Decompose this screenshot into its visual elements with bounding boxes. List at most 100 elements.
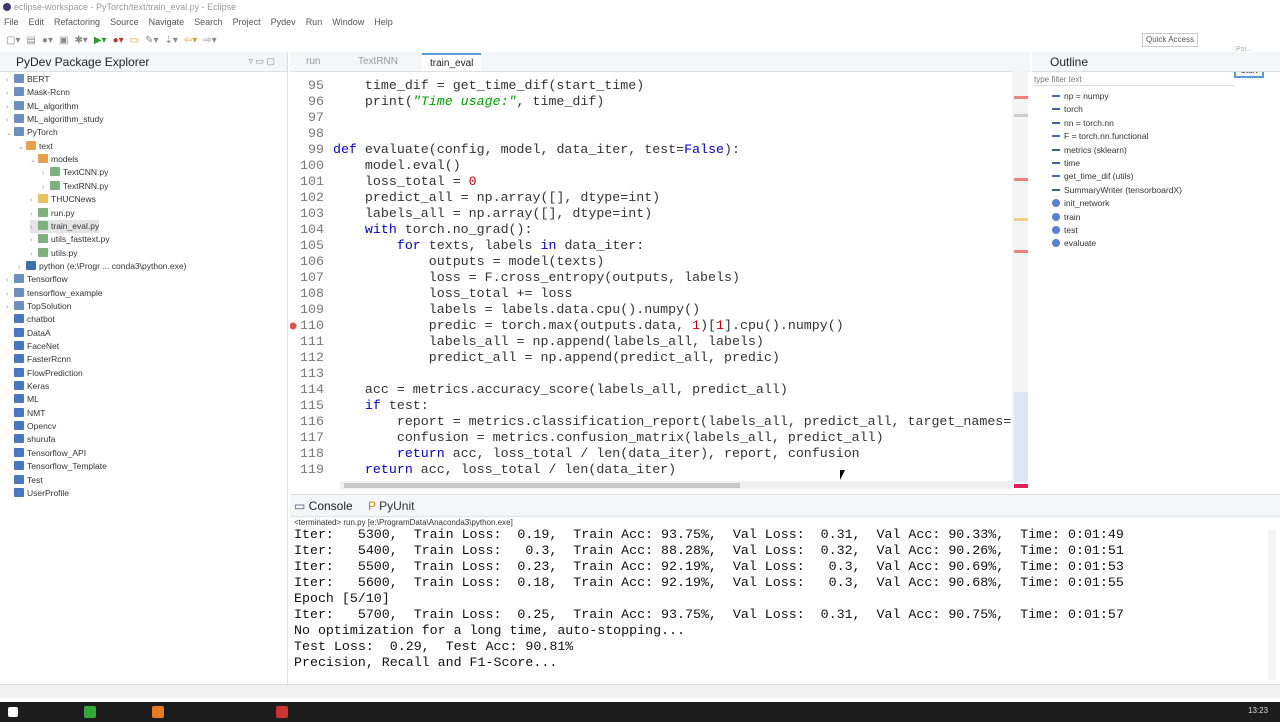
tree-item[interactable]: Tensorflow_API [6,447,86,460]
tree-item[interactable]: ⌄ models [30,153,78,166]
tab-textrnn[interactable]: TextRNN [358,56,398,67]
chevron-right-icon[interactable]: › [6,87,14,100]
chevron-right-icon[interactable]: › [6,101,14,114]
tree-item[interactable]: › BERT [6,73,50,86]
tree-item[interactable]: UserProfile [6,487,69,500]
tree-item[interactable]: Tensorflow_Template [6,460,107,473]
chevron-right-icon[interactable]: › [42,167,50,180]
outline-item[interactable]: train [1052,211,1081,224]
package-explorer-title[interactable]: PyDev Package Explorer [0,55,149,69]
next-annotation-icon[interactable]: ⇣▾ [164,35,177,46]
tab-train-eval[interactable]: train_eval [422,53,482,71]
tree-item[interactable]: ⌄ text [18,140,53,153]
outline-item[interactable]: evaluate [1052,237,1096,250]
tree-item[interactable]: › utils_fasttext.py [30,233,110,246]
quick-access-field[interactable]: Quick Access [1142,33,1198,47]
chevron-right-icon[interactable]: › [42,181,50,194]
run-icon[interactable]: ▶▾ [94,35,107,46]
chevron-right-icon[interactable]: › [30,234,38,247]
chevron-right-icon[interactable]: › [6,74,14,87]
menu-navigate[interactable]: Navigate [149,14,185,30]
tree-item[interactable]: › ML_algorithm_study [6,113,104,126]
outline-item[interactable]: metrics (sklearn) [1052,144,1127,157]
pen-icon[interactable]: ✎▾ [145,35,158,46]
chevron-down-icon[interactable]: ⌄ [30,154,38,167]
menu-run[interactable]: Run [306,14,323,30]
menu-help[interactable]: Help [374,14,393,30]
chevron-right-icon[interactable]: › [6,274,14,287]
taskbar-app-icon[interactable] [84,706,96,718]
taskbar-eclipse-icon[interactable] [276,706,288,718]
tree-item[interactable]: FlowPrediction [6,367,83,380]
tree-item[interactable]: › THUCNews [30,193,96,206]
tab-run[interactable]: run [306,56,320,67]
chevron-down-icon[interactable]: ⌄ [18,141,26,154]
menu-file[interactable]: File [4,14,19,30]
tab-pyunit[interactable]: P PyUnit [368,499,414,513]
tree-item[interactable]: › TopSolution [6,300,71,313]
gear-icon[interactable]: ✱▾ [74,35,87,46]
tree-item[interactable]: › Tensorflow [6,273,68,286]
tree-item[interactable]: › TextCNN.py [42,166,108,179]
tree-item[interactable]: › TextRNN.py [42,180,108,193]
console-scrollbar[interactable] [1268,530,1276,680]
outline-filter-input[interactable] [1034,74,1234,86]
menu-pydev[interactable]: Pydev [271,14,296,30]
tree-item[interactable]: ⌄ PyTorch [6,126,58,139]
menu-search[interactable]: Search [194,14,223,30]
chevron-right-icon[interactable]: › [6,114,14,127]
forward-icon[interactable]: ⇨▾ [203,35,216,46]
menu-refactoring[interactable]: Refactoring [54,14,100,30]
outline-item[interactable]: nn = torch.nn [1052,117,1114,130]
open-icon[interactable]: ▣ [59,35,68,46]
debug-icon[interactable]: ●▾ [42,35,53,46]
tree-item[interactable]: NMT [6,407,45,420]
tab-console[interactable]: ▭ Console [294,499,353,513]
chevron-right-icon[interactable]: › [30,221,38,234]
tree-item[interactable]: › run.py [30,207,75,220]
tree-item[interactable]: › utils.py [30,247,77,260]
outline-item[interactable]: time [1052,157,1080,170]
outline-item[interactable]: SummaryWriter (tensorboardX) [1052,184,1182,197]
windows-start-icon[interactable] [8,707,18,717]
tree-item[interactable]: › tensorflow_example [6,287,103,300]
tree-item[interactable]: › ML_algorithm [6,100,79,113]
tree-item[interactable]: chatbot [6,313,55,326]
menu-window[interactable]: Window [332,14,364,30]
chevron-down-icon[interactable]: ⌄ [6,127,14,140]
chevron-right-icon[interactable]: › [6,301,14,314]
outline-item[interactable]: test [1052,224,1078,237]
chevron-right-icon[interactable]: › [18,261,26,274]
outline-item[interactable]: get_time_dif (utils) [1052,170,1133,183]
external-tools-icon[interactable]: ●▾ [113,35,124,46]
chevron-right-icon[interactable]: › [30,248,38,261]
outline-item[interactable]: F = torch.nn.functional [1052,130,1148,143]
tree-item[interactable]: › train_eval.py [30,219,100,234]
outline-title[interactable]: Outline [1032,55,1088,69]
chevron-right-icon[interactable]: › [30,208,38,221]
tree-item[interactable]: › Mask-Rcnn [6,86,70,99]
tree-item[interactable]: FasterRcnn [6,353,71,366]
new-icon[interactable]: ▢▾ [6,35,20,46]
chevron-right-icon[interactable]: › [6,288,14,301]
tree-item[interactable]: DataA [6,327,51,340]
taskbar-app-icon[interactable] [152,706,164,718]
view-menu-icon[interactable]: ▿ ▭ ▢ [248,56,275,67]
chevron-right-icon[interactable]: › [30,194,38,207]
save-icon[interactable]: ▤ [26,35,35,46]
outline-item[interactable]: torch [1052,103,1083,116]
back-icon[interactable]: ⇦▾ [184,35,197,46]
menu-source[interactable]: Source [110,14,139,30]
menu-project[interactable]: Project [233,14,261,30]
horizontal-scroll-thumb[interactable] [344,483,740,488]
tree-item[interactable]: › python (e:\Progr ... conda3\python.exe) [18,260,186,273]
tree-item[interactable]: shurufa [6,433,55,446]
tree-item[interactable]: Opencv [6,420,56,433]
tree-item[interactable]: FaceNet [6,340,59,353]
tree-item[interactable]: Keras [6,380,49,393]
menu-edit[interactable]: Edit [29,14,45,30]
code-editor[interactable]: 95 time_dif = get_time_dif(start_time) 96… [290,70,1012,480]
folder-icon[interactable]: ▭ [130,35,139,46]
tree-item[interactable]: Test [6,474,43,487]
tree-item[interactable]: ML [6,393,39,406]
